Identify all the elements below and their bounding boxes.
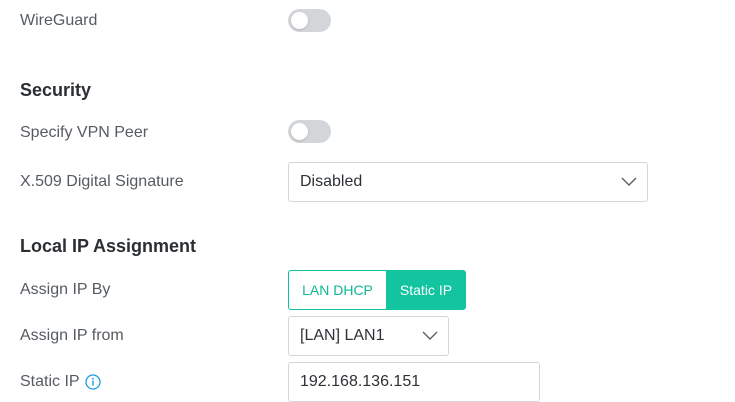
chevron-down-icon [621,177,637,186]
x509-signature-label: X.509 Digital Signature [20,173,184,190]
toggle-knob [291,12,308,29]
static-ip-option[interactable]: Static IP [386,270,466,310]
toggle-knob [291,123,308,140]
x509-signature-select[interactable]: Disabled [288,162,648,202]
assign-ip-by-label: Assign IP By [20,281,111,298]
chevron-down-icon [422,331,438,340]
assign-ip-by-segmented-control: LAN DHCP Static IP [288,270,466,310]
local-ip-assignment-title: Local IP Assignment [20,236,197,256]
assign-ip-from-label: Assign IP from [20,327,124,344]
security-section-title: Security [20,80,92,100]
info-icon[interactable] [85,374,101,390]
assign-ip-from-select[interactable]: [LAN] LAN1 [288,316,449,356]
assign-ip-from-value: [LAN] LAN1 [300,327,385,344]
x509-signature-value: Disabled [300,173,363,190]
wireguard-label: WireGuard [20,12,98,29]
wireguard-toggle[interactable] [288,9,331,32]
static-ip-input[interactable]: 192.168.136.151 [288,362,540,402]
specify-vpn-peer-label: Specify VPN Peer [20,124,149,141]
lan-dhcp-option[interactable]: LAN DHCP [288,270,386,310]
specify-vpn-peer-toggle[interactable] [288,120,331,143]
static-ip-label: Static IP [20,373,80,390]
